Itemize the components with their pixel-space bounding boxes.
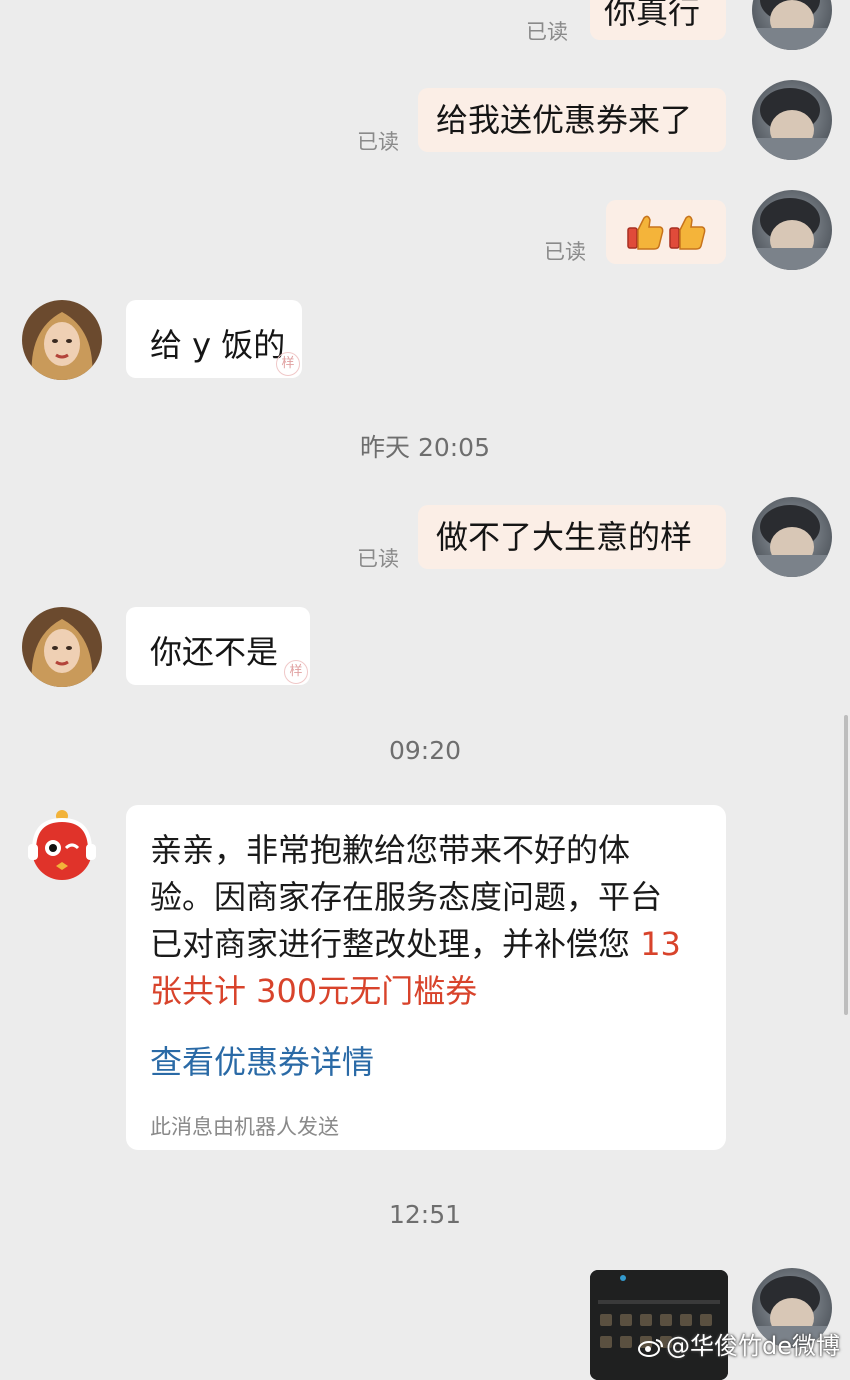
- message-text: 你真行: [604, 0, 701, 31]
- bot-message-card[interactable]: 亲亲，非常抱歉给您带来不好的体 验。因商家存在服务态度问题，平台 已对商家进行整…: [126, 805, 726, 1150]
- read-receipt: 已读: [357, 547, 399, 571]
- read-receipt: 已读: [526, 20, 568, 44]
- weibo-logo-icon: [638, 1335, 664, 1357]
- my-message-bubble[interactable]: 你真行: [590, 0, 726, 40]
- message-text: 给 y 饭的: [150, 326, 286, 364]
- timestamp: 昨天 20:05: [360, 433, 490, 462]
- my-avatar[interactable]: [752, 497, 832, 577]
- image-message[interactable]: [590, 1270, 728, 1380]
- message-text: 给我送优惠券来了: [436, 101, 693, 139]
- contact-avatar[interactable]: [22, 607, 102, 687]
- my-message-bubble[interactable]: [606, 200, 726, 264]
- view-coupon-details-link[interactable]: 查看优惠券详情: [150, 1037, 374, 1083]
- my-avatar[interactable]: [752, 190, 832, 270]
- my-message-bubble[interactable]: 给我送优惠券来了: [418, 88, 726, 152]
- read-receipt: 已读: [544, 240, 586, 264]
- contact-avatar[interactable]: [22, 300, 102, 380]
- read-receipt: 已读: [357, 130, 399, 154]
- timestamp: 12:51: [388, 1200, 462, 1229]
- bot-message-text: 亲亲，非常抱歉给您带来不好的体 验。因商家存在服务态度问题，平台 已对商家进行整…: [150, 831, 681, 1010]
- scrollbar[interactable]: [844, 715, 848, 1015]
- my-avatar[interactable]: [752, 80, 832, 160]
- message-text: 做不了大生意的样: [436, 518, 693, 556]
- message-text: 你还不是: [150, 633, 279, 671]
- bot-sender-note: 此消息由机器人发送: [150, 1115, 339, 1139]
- my-avatar[interactable]: [752, 0, 832, 50]
- my-message-bubble[interactable]: 做不了大生意的样: [418, 505, 726, 569]
- watermark: @华俊竹de微博: [638, 1326, 840, 1361]
- sticker-icon: 样: [284, 660, 308, 684]
- their-message-bubble[interactable]: 你还不是: [126, 607, 310, 685]
- timestamp: 09:20: [388, 736, 462, 765]
- thumbs-up-icon: [624, 212, 708, 252]
- bot-avatar[interactable]: [22, 806, 102, 886]
- sticker-icon: 样: [276, 352, 300, 376]
